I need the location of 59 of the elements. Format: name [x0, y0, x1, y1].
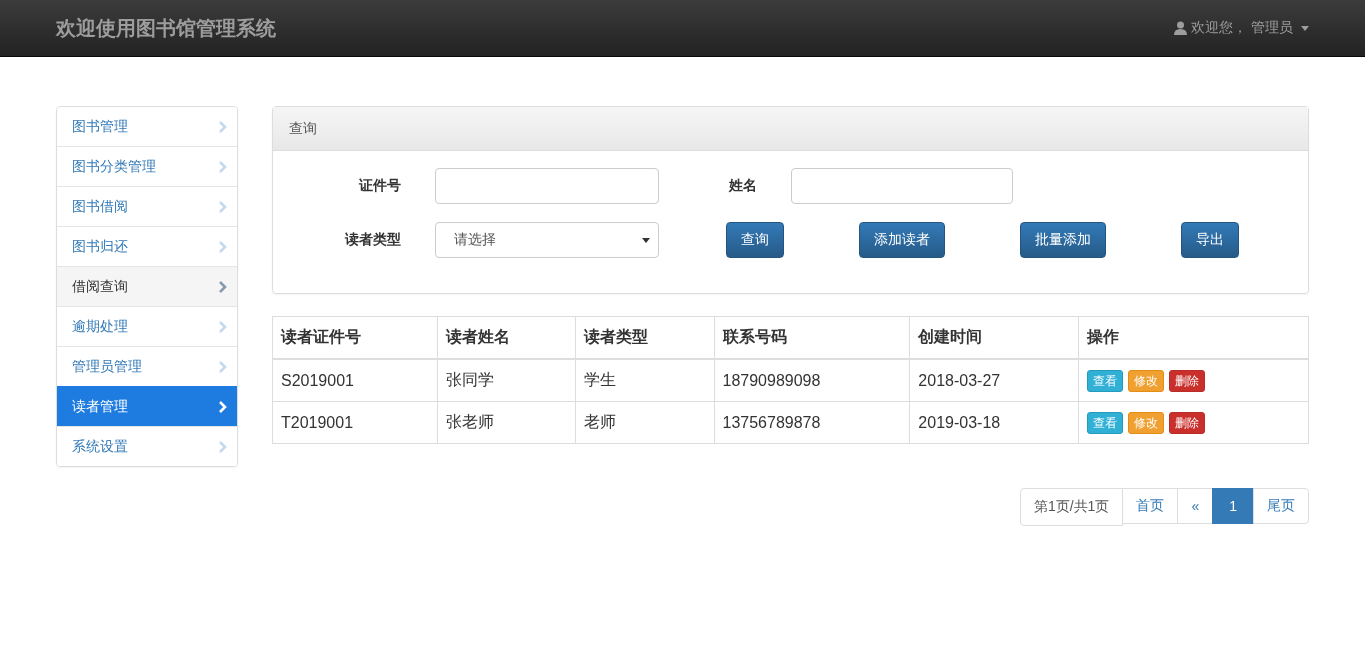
sidebar-item[interactable]: 管理员管理 — [57, 346, 237, 386]
table-cell: T2019001 — [272, 401, 438, 444]
delete-button[interactable]: 删除 — [1168, 411, 1205, 434]
page-link[interactable]: 1 — [1212, 488, 1254, 524]
field-label: 证件号 — [358, 177, 401, 195]
chevron-icon — [219, 360, 227, 373]
chevron-icon — [219, 280, 227, 293]
select-field[interactable]: 请选择 — [435, 222, 659, 258]
chevron-icon — [219, 160, 227, 173]
sidebar-item[interactable]: 读者管理 — [57, 386, 237, 426]
column-header: 操作 — [1078, 316, 1309, 359]
sidebar-item[interactable]: 图书借阅 — [57, 186, 237, 226]
table-cell: 张同学 — [437, 359, 576, 402]
input-field[interactable] — [791, 168, 1013, 204]
sidebar-item[interactable]: 逾期处理 — [57, 306, 237, 346]
chevron-icon — [219, 200, 227, 213]
table-cell: 13756789878 — [714, 401, 910, 444]
sidebar-item[interactable]: 图书归还 — [57, 226, 237, 266]
column-header: 读者类型 — [575, 316, 714, 359]
user-icon — [1174, 21, 1188, 35]
column-header: 创建时间 — [909, 316, 1079, 359]
sidebar-item[interactable]: 图书管理 — [57, 107, 237, 146]
delete-button[interactable]: 删除 — [1168, 369, 1205, 392]
action-button[interactable]: 添加读者 — [859, 222, 945, 258]
field-label: 读者类型 — [343, 231, 401, 249]
action-button[interactable]: 查询 — [726, 222, 784, 258]
brand-title: 欢迎使用图书馆管理系统 — [56, 15, 276, 41]
sidebar-item[interactable]: 借阅查询 — [57, 266, 237, 306]
chevron-icon — [219, 120, 227, 133]
user-menu[interactable]: 欢迎您， 管理员 — [1174, 19, 1309, 37]
table-cell: 老师 — [575, 401, 714, 444]
caret-icon — [1301, 25, 1309, 31]
action-button[interactable]: 批量添加 — [1020, 222, 1106, 258]
table-cell: 18790989098 — [714, 359, 910, 402]
chevron-icon — [219, 400, 227, 413]
chevron-icon — [219, 240, 227, 253]
sidebar-item[interactable]: 系统设置 — [57, 426, 237, 466]
action-button[interactable]: 导出 — [1181, 222, 1239, 258]
sidebar-item[interactable]: 图书分类管理 — [57, 146, 237, 186]
column-header: 读者姓名 — [437, 316, 576, 359]
caret-icon — [642, 237, 650, 243]
table-cell: 张老师 — [437, 401, 576, 444]
table-cell: 2019-03-18 — [909, 401, 1079, 444]
view-button[interactable]: 查看 — [1086, 411, 1123, 434]
chevron-icon — [219, 320, 227, 333]
page-link[interactable]: « — [1177, 488, 1214, 524]
column-header: 读者证件号 — [272, 316, 438, 359]
page-link[interactable]: 首页 — [1122, 488, 1179, 524]
page-info: 第1页/共1页 — [1019, 488, 1124, 526]
column-header: 联系号码 — [714, 316, 910, 359]
field-label: 姓名 — [728, 177, 757, 195]
table-cell: S2019001 — [272, 359, 438, 402]
chevron-icon — [219, 440, 227, 453]
input-field[interactable] — [435, 168, 659, 204]
view-button[interactable]: 查看 — [1086, 369, 1123, 392]
table-cell: 学生 — [575, 359, 714, 402]
page-link[interactable]: 尾页 — [1253, 488, 1309, 524]
panel-title: 查询 — [289, 119, 317, 138]
table-cell: 2018-03-27 — [909, 359, 1079, 402]
